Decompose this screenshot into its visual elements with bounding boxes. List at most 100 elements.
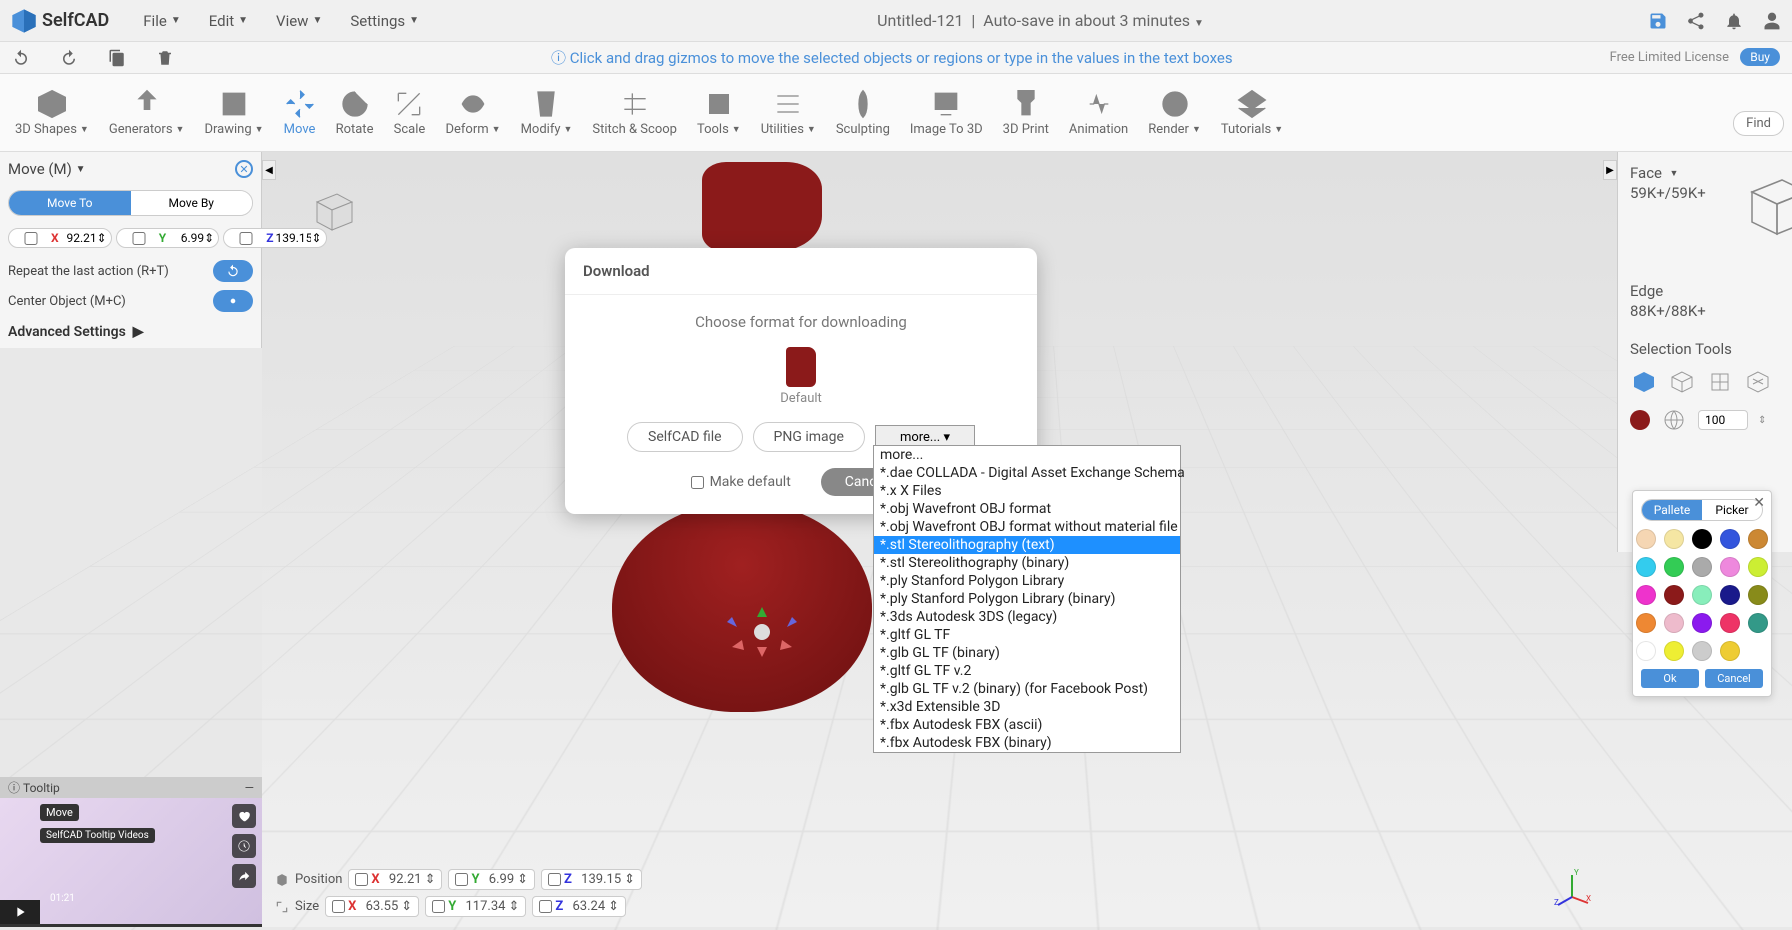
menu-view[interactable]: View▼ — [262, 4, 336, 38]
size-x[interactable]: X 63.55 ⇕ — [325, 896, 419, 917]
pos-x[interactable]: X 92.21 ⇕ — [348, 869, 442, 890]
format-option[interactable]: *.ply Stanford Polygon Library (binary) — [874, 590, 1180, 608]
move-mode-segmented[interactable]: Move To Move By — [8, 190, 253, 216]
tool-tutorials[interactable]: Tutorials▼ — [1211, 84, 1293, 141]
move-to-tab[interactable]: Move To — [9, 191, 131, 215]
save-icon[interactable] — [1648, 11, 1668, 31]
opacity-input[interactable] — [1698, 410, 1748, 430]
y-input[interactable]: Y⇕ — [116, 228, 220, 248]
color-swatch-option[interactable] — [1720, 613, 1740, 633]
buy-button[interactable]: Buy — [1740, 48, 1780, 66]
color-swatch-option[interactable] — [1664, 613, 1684, 633]
format-option[interactable]: more... — [874, 446, 1180, 464]
tool-scale[interactable]: Scale — [383, 84, 435, 141]
format-option[interactable]: *.ply Stanford Polygon Library — [874, 572, 1180, 590]
play-button-icon[interactable] — [0, 900, 40, 924]
object-color-swatch[interactable] — [1630, 410, 1650, 430]
color-swatch-option[interactable] — [1692, 613, 1712, 633]
share-icon[interactable] — [1686, 11, 1706, 31]
tool-sculpting[interactable]: Sculpting — [826, 84, 900, 141]
color-swatch-option[interactable] — [1692, 529, 1712, 549]
color-swatch-option[interactable] — [1720, 529, 1740, 549]
color-swatch-option[interactable] — [1664, 641, 1684, 661]
account-icon[interactable] — [1762, 11, 1782, 31]
tool-tools[interactable]: Tools▼ — [687, 84, 751, 141]
format-option[interactable]: *.obj Wavefront OBJ format — [874, 500, 1180, 518]
format-option[interactable]: *.fbx Autodesk FBX (ascii) — [874, 716, 1180, 734]
x-input[interactable]: X⇕ — [8, 228, 112, 248]
move-by-tab[interactable]: Move By — [131, 191, 253, 215]
color-swatch-option[interactable] — [1692, 557, 1712, 577]
format-option[interactable]: *.gltf GL TF — [874, 626, 1180, 644]
pos-y[interactable]: Y 6.99 ⇕ — [448, 869, 535, 890]
delete-icon[interactable] — [156, 49, 174, 67]
format-option[interactable]: *.dae COLLADA - Digital Asset Exchange S… — [874, 464, 1180, 482]
color-swatch-option[interactable] — [1748, 585, 1768, 605]
palette-tab[interactable]: Pallete — [1642, 500, 1702, 520]
tool-animation[interactable]: Animation — [1059, 84, 1138, 141]
video-later-icon[interactable] — [232, 834, 256, 858]
copy-icon[interactable] — [108, 49, 126, 67]
color-swatch-option[interactable] — [1664, 557, 1684, 577]
color-swatch-option[interactable] — [1664, 529, 1684, 549]
tool-move[interactable]: Move — [274, 84, 326, 141]
color-swatch-option[interactable] — [1636, 641, 1656, 661]
color-swatch-option[interactable] — [1636, 613, 1656, 633]
tool-utilities[interactable]: Utilities▼ — [751, 84, 826, 141]
sel-grid-icon[interactable] — [1706, 368, 1734, 396]
sel-mesh-icon[interactable] — [1744, 368, 1772, 396]
format-option[interactable]: *.glb GL TF v.2 (binary) (for Facebook P… — [874, 680, 1180, 698]
move-gizmo[interactable] — [712, 592, 812, 672]
format-option[interactable]: *.stl Stereolithography (binary) — [874, 554, 1180, 572]
tool-3d-print[interactable]: 3D Print — [993, 84, 1059, 141]
menu-edit[interactable]: Edit▼ — [195, 4, 262, 38]
format-option[interactable]: *.glb GL TF (binary) — [874, 644, 1180, 662]
color-swatch-option[interactable] — [1692, 641, 1712, 661]
menu-file[interactable]: File▼ — [129, 4, 194, 38]
color-swatch-option[interactable] — [1664, 585, 1684, 605]
color-swatch-option[interactable] — [1748, 613, 1768, 633]
repeat-action-button[interactable] — [213, 260, 253, 282]
video-share-icon[interactable] — [232, 864, 256, 888]
close-picker-icon[interactable]: ✕ — [1753, 495, 1765, 511]
format-option[interactable]: *.obj Wavefront OBJ format without mater… — [874, 518, 1180, 536]
selfcad-file-button[interactable]: SelfCAD file — [627, 422, 743, 452]
size-z[interactable]: Z 63.24 ⇕ — [532, 896, 626, 917]
video-like-icon[interactable] — [232, 804, 256, 828]
sel-wireframe-icon[interactable] — [1668, 368, 1696, 396]
pos-z[interactable]: Z 139.15 ⇕ — [541, 869, 642, 890]
menu-settings[interactable]: Settings▼ — [336, 4, 433, 38]
notification-icon[interactable] — [1724, 11, 1744, 31]
picker-cancel-button[interactable]: Cancel — [1705, 669, 1763, 688]
format-option[interactable]: *.fbx Autodesk FBX (binary) — [874, 734, 1180, 752]
collapse-left-icon[interactable]: ◀ — [262, 160, 276, 180]
tool-render[interactable]: Render▼ — [1138, 84, 1211, 141]
make-default-checkbox[interactable]: Make default — [691, 474, 791, 490]
tool-3d-shapes[interactable]: 3D Shapes▼ — [5, 84, 99, 141]
collapse-right-icon[interactable]: ▶ — [1603, 160, 1617, 180]
size-y[interactable]: Y 117.34 ⇕ — [425, 896, 526, 917]
undo-icon[interactable] — [12, 49, 30, 67]
texture-icon[interactable] — [1660, 406, 1688, 434]
color-swatch-option[interactable] — [1636, 557, 1656, 577]
close-panel-icon[interactable]: ✕ — [235, 160, 253, 178]
color-swatch-option[interactable] — [1720, 641, 1740, 661]
z-input[interactable]: Z⇕ — [223, 228, 326, 248]
color-swatch-option[interactable] — [1692, 585, 1712, 605]
tool-drawing[interactable]: Drawing▼ — [194, 84, 273, 141]
tool-rotate[interactable]: Rotate — [326, 84, 384, 141]
color-swatch-option[interactable] — [1720, 557, 1740, 577]
center-object-button[interactable] — [213, 290, 253, 312]
video-thumbnail[interactable]: Move SelfCAD Tooltip Videos 01:21 — [0, 798, 262, 924]
sel-object-icon[interactable] — [1630, 368, 1658, 396]
find-button[interactable]: Find — [1733, 111, 1784, 136]
color-swatch-option[interactable] — [1636, 529, 1656, 549]
color-swatch-option[interactable] — [1748, 557, 1768, 577]
minimize-tooltip-icon[interactable]: — — [245, 781, 254, 795]
tool-deform[interactable]: Deform▼ — [435, 84, 510, 141]
color-swatch-option[interactable] — [1720, 585, 1740, 605]
color-swatch-option[interactable] — [1636, 585, 1656, 605]
format-option[interactable]: *.x X Files — [874, 482, 1180, 500]
tool-generators[interactable]: Generators▼ — [99, 84, 195, 141]
format-option[interactable]: *.stl Stereolithography (text) — [874, 536, 1180, 554]
